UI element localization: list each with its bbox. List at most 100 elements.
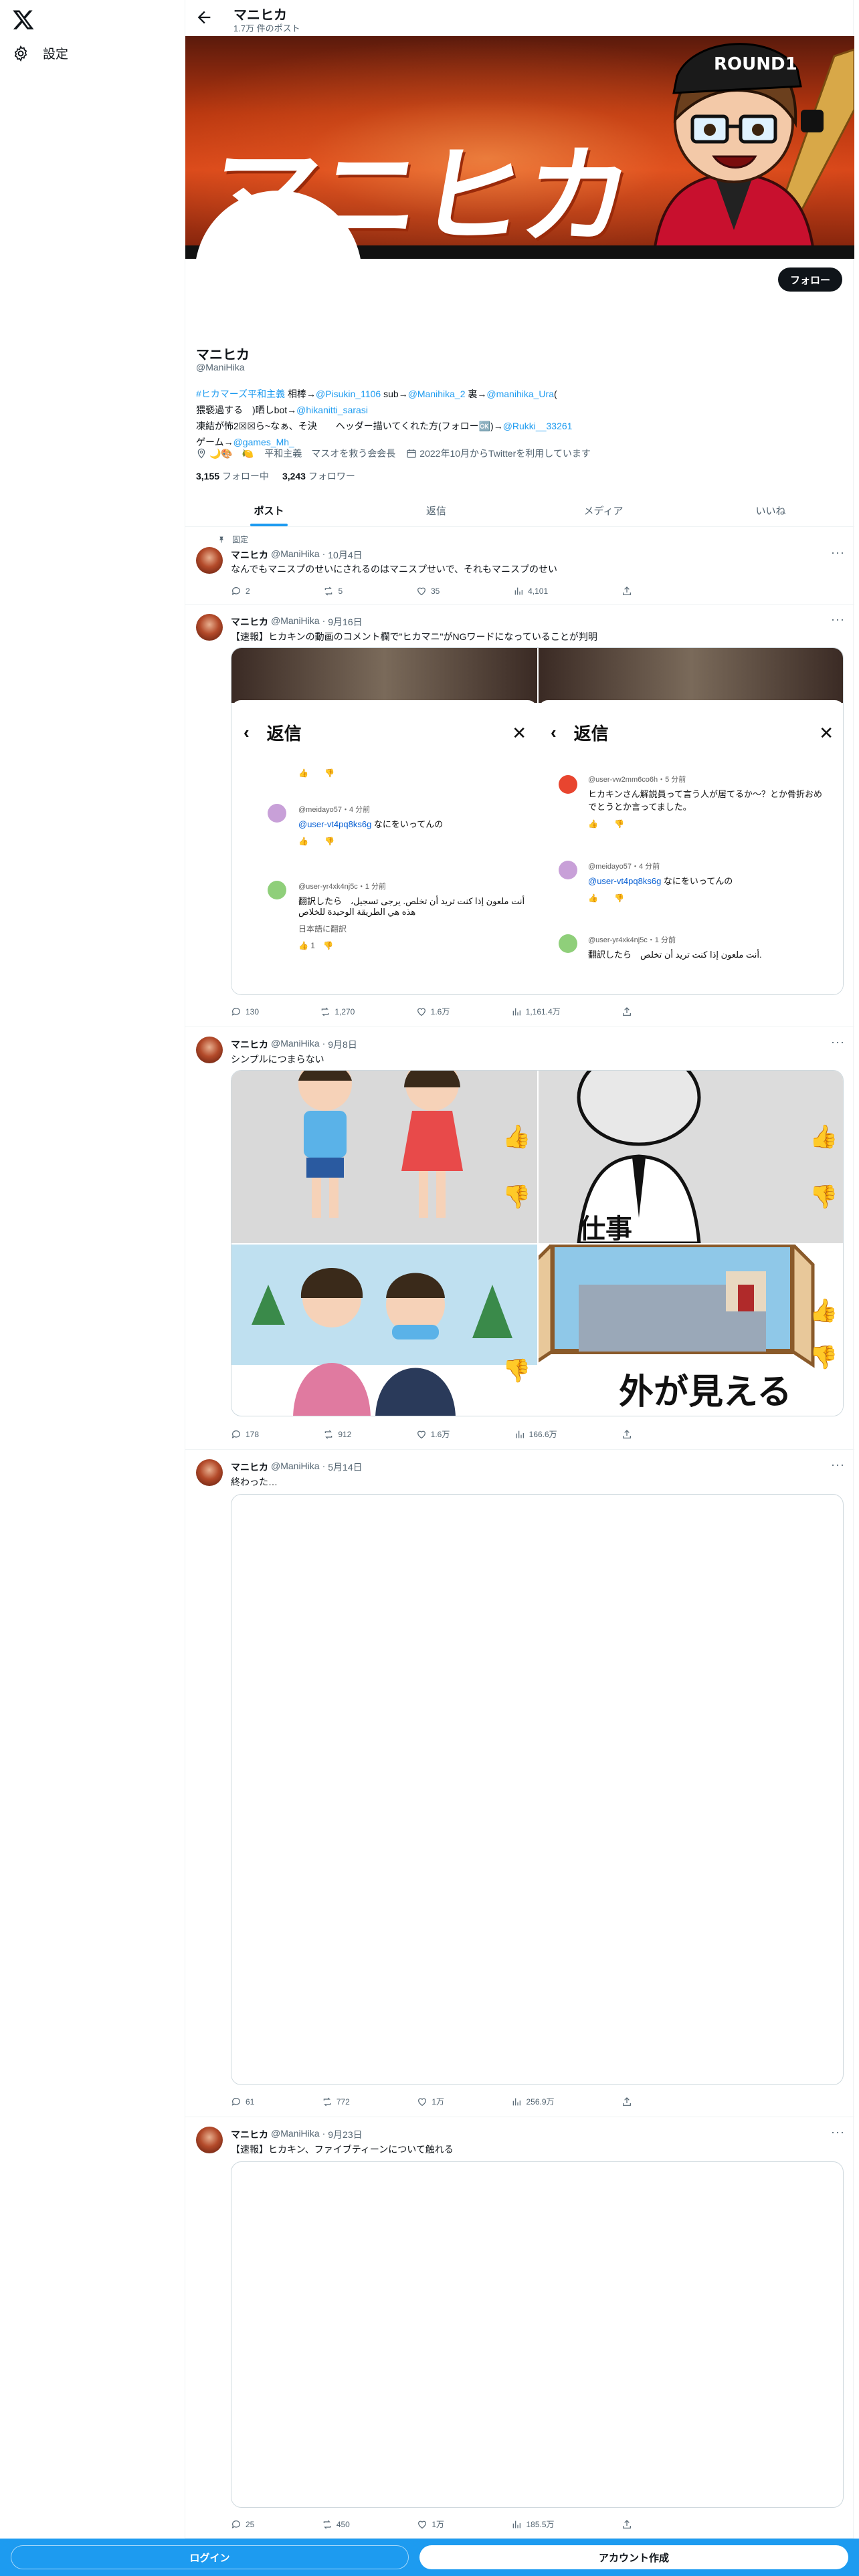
like-button[interactable]: 1万	[417, 2518, 444, 2530]
bottom-signup-bar: ログイン アカウント作成	[0, 2539, 859, 2576]
more-options-icon[interactable]: ···	[831, 2125, 845, 2139]
post-actions: 61 772 1万 256.9万	[231, 2096, 632, 2107]
comment-body: 翻訳したら أنت ملعون إذا كنت تريد أن تخلص. ير…	[298, 896, 525, 917]
more-options-icon[interactable]: ···	[831, 613, 845, 627]
x-logo-icon[interactable]	[12, 8, 35, 31]
post-avatar[interactable]	[196, 2127, 223, 2153]
post-avatar[interactable]	[196, 1459, 223, 1486]
like-button[interactable]: 1.6万	[416, 1006, 450, 1017]
reply-button[interactable]: 130	[231, 1006, 259, 1017]
comment-body: なにをいってんの	[371, 819, 444, 829]
views-button[interactable]: 256.9万	[511, 2096, 555, 2107]
repost-button[interactable]: 450	[322, 2518, 350, 2530]
more-options-icon[interactable]: ···	[831, 546, 845, 560]
bio-mention[interactable]: @games_Mh_	[233, 437, 294, 447]
post-text: 終わった…	[231, 1477, 278, 1487]
post-author-handle[interactable]: @ManiHika	[271, 615, 320, 629]
bio-mention[interactable]: @Rukki__33261	[503, 421, 573, 431]
post-author-name[interactable]: マニヒカ	[231, 1461, 268, 1474]
settings-link[interactable]: 設定	[12, 44, 68, 62]
share-button[interactable]	[622, 2518, 632, 2530]
post-avatar[interactable]	[196, 1037, 223, 1063]
post-pinned[interactable]: 固定 マニヒカ @ManiHika · 10月4日 ··· なんでもマニスプのせ…	[185, 527, 854, 605]
post-media-video[interactable]	[231, 2161, 844, 2508]
back-arrow-icon[interactable]	[195, 8, 213, 27]
views-button[interactable]: 166.6万	[514, 1428, 557, 1440]
media-image[interactable]: 外が見える 👍 👎	[539, 1245, 843, 1416]
views-button[interactable]: 1,161.4万	[511, 1006, 561, 1017]
profile-avatar[interactable]	[195, 191, 362, 358]
repost-button[interactable]: 5	[323, 586, 343, 597]
post-item[interactable]: マニヒカ @ManiHika · 9月23日 ··· 【速報】ヒカキン、ファイブ…	[185, 2117, 854, 2539]
post-date[interactable]: 9月23日	[328, 2128, 362, 2141]
close-icon: ✕	[819, 723, 834, 743]
like-button[interactable]: 1万	[417, 2096, 444, 2107]
more-options-icon[interactable]: ···	[831, 1035, 845, 1049]
signup-button[interactable]: アカウント作成	[419, 2545, 848, 2569]
reply-count: 61	[246, 2097, 255, 2107]
post-author-handle[interactable]: @ManiHika	[271, 548, 320, 562]
post-date[interactable]: 10月4日	[328, 548, 362, 562]
repost-button[interactable]: 912	[323, 1428, 351, 1440]
tab-replies[interactable]: 返信	[353, 492, 520, 526]
repost-button[interactable]: 1,270	[320, 1006, 355, 1017]
post-author-name[interactable]: マニヒカ	[231, 2128, 268, 2141]
tab-media[interactable]: メディア	[520, 492, 687, 526]
media-image[interactable]: 仕事 👍 👎	[539, 1071, 843, 1243]
like-button[interactable]: 35	[416, 586, 440, 597]
post-item[interactable]: マニヒカ @ManiHika · 9月16日 ··· 【速報】ヒカキンの動画のコ…	[185, 605, 854, 1027]
followers-link[interactable]: 3,243 フォロワー	[282, 469, 355, 483]
share-button[interactable]	[622, 2096, 632, 2107]
post-date[interactable]: 9月16日	[328, 615, 362, 629]
svg-text:👍: 👍	[809, 1123, 838, 1150]
media-image[interactable]: 👎	[231, 1245, 537, 1416]
media-image[interactable]: 👍 👎	[231, 1071, 537, 1243]
post-media-grid[interactable]: 👍 👎 仕事 👍 👎 👎 外が見える 👍 👎	[231, 1070, 844, 1416]
more-options-icon[interactable]: ···	[831, 1458, 845, 1472]
post-date[interactable]: 5月14日	[328, 1461, 362, 1474]
comment-sheet: ‹ 返信 ✕ 👍 👎 @meidayo57・4 分前 @user-vt4pq8ks…	[231, 700, 537, 994]
bio-mention[interactable]: @manihika_Ura	[486, 389, 554, 399]
profile-desc-meta: 平和主義 マスオを救う会会長	[264, 448, 396, 459]
chevron-left-icon: ‹	[551, 722, 557, 742]
post-item[interactable]: マニヒカ @ManiHika · 5月14日 ··· 終わった… 61 772 …	[185, 1450, 854, 2117]
reply-button[interactable]: 2	[231, 586, 250, 597]
post-avatar[interactable]	[196, 614, 223, 641]
post-author-name[interactable]: マニヒカ	[231, 548, 268, 562]
reply-button[interactable]: 178	[231, 1428, 259, 1440]
bio-hashtag[interactable]: #ヒカマーズ平和主義	[196, 389, 285, 399]
followers-label: フォロワー	[308, 471, 355, 481]
bio-mention[interactable]: @hikanitti_sarasi	[296, 405, 368, 415]
profile-bio: #ヒカマーズ平和主義 相棒→@Pisukin_1106 sub→@Manihik…	[196, 386, 798, 450]
bio-mention[interactable]: @Pisukin_1106	[316, 389, 381, 399]
comment-like-dislike-icons: 👍 👎	[588, 819, 624, 829]
post-author-handle[interactable]: @ManiHika	[271, 1461, 320, 1474]
post-media-video[interactable]	[231, 1494, 844, 2085]
post-author-handle[interactable]: @ManiHika	[271, 1038, 320, 1051]
post-item[interactable]: マニヒカ @ManiHika · 9月8日 ··· シンプルにつまらない 👍 👎	[185, 1027, 854, 1450]
reply-button[interactable]: 61	[231, 2096, 254, 2107]
share-button[interactable]	[622, 1428, 632, 1440]
post-author-handle[interactable]: @ManiHika	[271, 2128, 320, 2141]
post-media-screenshots[interactable]: ‹ 返信 ✕ 👍 👎 @meidayo57・4 分前 @user-vt4pq8ks…	[231, 647, 844, 995]
post-author-name[interactable]: マニヒカ	[231, 1038, 268, 1051]
bio-mention[interactable]: @Manihika_2	[408, 389, 466, 399]
comment: @user-yr4xk4nj5c・1 分前 翻訳したら أنت ملعون إذ…	[588, 934, 829, 960]
bio-text: sub→	[381, 389, 408, 399]
tab-posts[interactable]: ポスト	[185, 492, 353, 526]
post-avatar[interactable]	[196, 547, 223, 574]
tab-likes[interactable]: いいね	[687, 492, 854, 526]
like-button[interactable]: 1.6万	[416, 1428, 450, 1440]
views-button[interactable]: 185.5万	[511, 2518, 555, 2530]
views-button[interactable]: 4,101	[513, 586, 548, 597]
following-link[interactable]: 3,155 フォロー中	[196, 469, 269, 483]
share-button[interactable]	[622, 1006, 632, 1017]
post-author-name[interactable]: マニヒカ	[231, 615, 268, 629]
repost-button[interactable]: 772	[322, 2096, 350, 2107]
follow-button[interactable]: フォロー	[777, 267, 842, 292]
post-date[interactable]: 9月8日	[328, 1038, 357, 1051]
reply-button[interactable]: 25	[231, 2518, 254, 2530]
login-button[interactable]: ログイン	[11, 2545, 409, 2569]
share-button[interactable]	[622, 586, 632, 597]
post-header: マニヒカ @ManiHika · 9月23日	[231, 2128, 363, 2141]
